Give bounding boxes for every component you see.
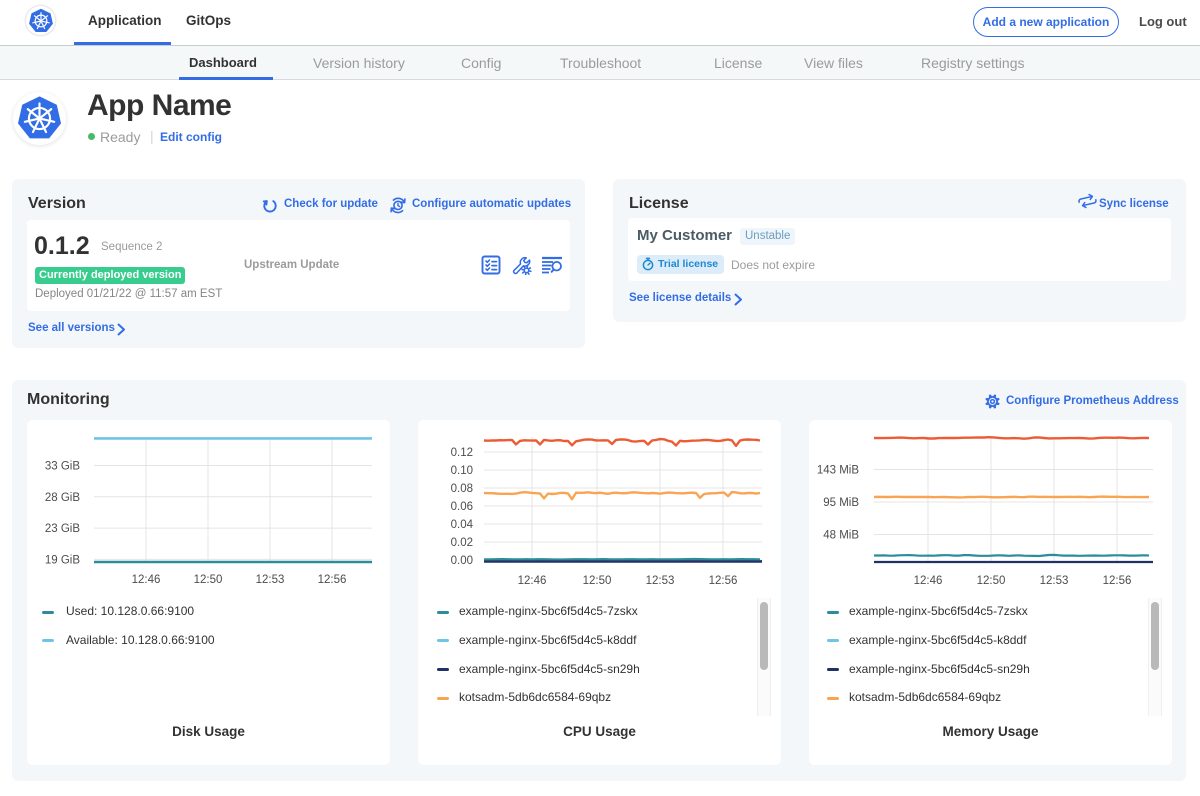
svg-text:48 MiB: 48 MiB <box>823 530 859 542</box>
svg-text:12:56: 12:56 <box>1103 575 1132 587</box>
svg-text:12:56: 12:56 <box>709 575 738 587</box>
svg-text:12:53: 12:53 <box>1040 575 1069 587</box>
svg-text:0.00: 0.00 <box>451 555 473 567</box>
svg-text:12:53: 12:53 <box>256 574 285 586</box>
svg-text:12:50: 12:50 <box>194 574 223 586</box>
svg-text:12:46: 12:46 <box>132 574 161 586</box>
svg-text:19 GiB: 19 GiB <box>45 554 80 566</box>
svg-text:0.08: 0.08 <box>451 483 473 495</box>
svg-text:12:56: 12:56 <box>318 574 347 586</box>
svg-text:0.12: 0.12 <box>451 447 473 459</box>
svg-text:95 MiB: 95 MiB <box>823 497 859 509</box>
svg-text:12:46: 12:46 <box>914 575 943 587</box>
svg-text:0.10: 0.10 <box>451 465 473 477</box>
svg-text:0.06: 0.06 <box>451 501 473 513</box>
svg-text:12:50: 12:50 <box>583 575 612 587</box>
svg-text:0.04: 0.04 <box>451 519 474 531</box>
svg-text:143 MiB: 143 MiB <box>817 465 860 477</box>
svg-text:12:50: 12:50 <box>977 575 1006 587</box>
svg-text:33 GiB: 33 GiB <box>45 461 80 473</box>
svg-text:28 GiB: 28 GiB <box>45 492 80 504</box>
svg-text:23 GiB: 23 GiB <box>45 523 80 535</box>
svg-text:12:46: 12:46 <box>518 575 547 587</box>
svg-text:12:53: 12:53 <box>646 575 675 587</box>
svg-text:0.02: 0.02 <box>451 537 473 549</box>
